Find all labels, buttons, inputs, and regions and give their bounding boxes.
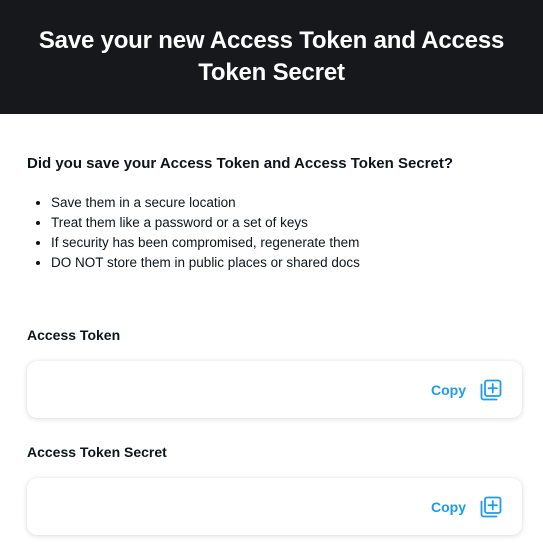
access-token-secret-label: Access Token Secret <box>27 444 167 460</box>
copy-icon <box>480 496 502 517</box>
copy-button-label: Copy <box>431 381 466 398</box>
copy-access-token-button[interactable]: Copy <box>431 379 502 401</box>
list-item: DO NOT store them in public places or sh… <box>51 253 523 273</box>
copy-button-label: Copy <box>431 498 466 515</box>
page-title: Save your new Access Token and Access To… <box>38 27 505 86</box>
copy-icon <box>480 379 502 400</box>
list-item: If security has been compromised, regene… <box>51 233 523 253</box>
access-token-secret-field: Copy <box>27 478 522 535</box>
list-item: Treat them like a password or a set of k… <box>51 213 523 233</box>
list-item: Save them in a secure location <box>51 193 523 213</box>
security-tips-list: Save them in a secure location Treat the… <box>27 193 523 273</box>
access-token-field: Copy <box>27 361 522 418</box>
instructions-section: Did you save your Access Token and Acces… <box>27 153 523 273</box>
access-token-label: Access Token <box>27 327 121 343</box>
copy-access-token-secret-button[interactable]: Copy <box>431 496 502 518</box>
modal-header: Save your new Access Token and Access To… <box>0 0 543 114</box>
save-confirmation-question: Did you save your Access Token and Acces… <box>27 155 453 172</box>
